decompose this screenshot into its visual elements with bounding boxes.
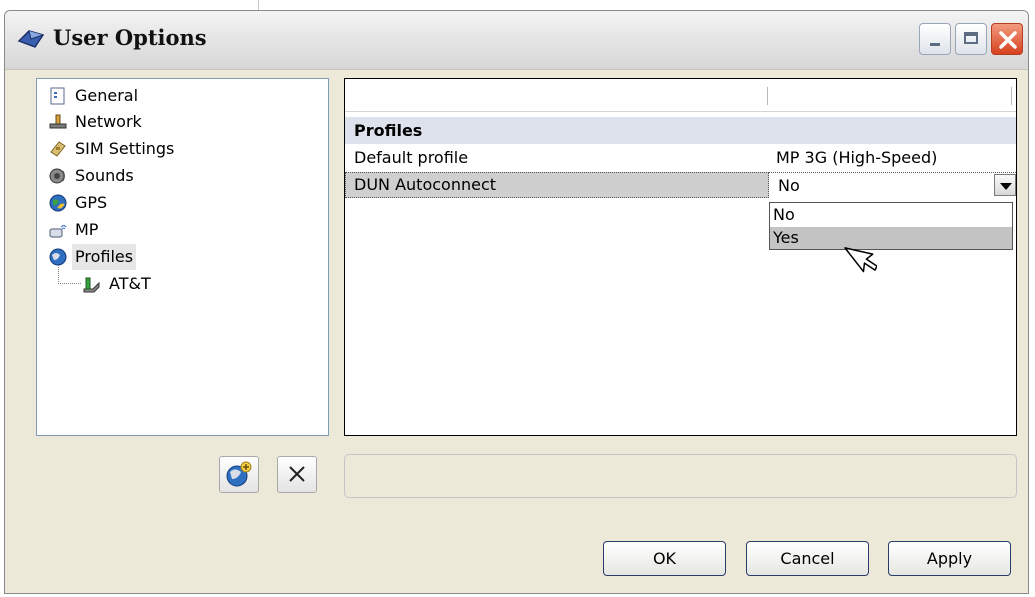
dropdown-option-no[interactable]: No — [770, 204, 1012, 226]
property-row-dun-autoconnect[interactable]: DUN Autoconnect No — [345, 172, 1016, 198]
tree-item-label: MP — [75, 220, 99, 239]
ok-button[interactable]: OK — [603, 541, 726, 576]
property-row-default-profile[interactable]: Default profile MP 3G (High-Speed) — [345, 145, 1016, 171]
title-bar[interactable]: User Options — [5, 11, 1028, 70]
background-guide-line — [258, 0, 259, 10]
options-tree[interactable]: General Network SIM Settings Sounds GPS … — [36, 78, 329, 436]
dropdown-arrow-button[interactable] — [994, 174, 1016, 196]
column-divider[interactable] — [1011, 87, 1012, 105]
tree-item-label: GPS — [75, 193, 108, 212]
property-name: Default profile — [354, 148, 469, 167]
tree-item-label: Profiles — [72, 244, 137, 270]
cancel-button[interactable]: Cancel — [746, 541, 869, 576]
att-profile-icon — [83, 277, 100, 293]
combobox-value: No — [778, 176, 800, 195]
property-name: DUN Autoconnect — [354, 175, 497, 194]
delete-profile-button[interactable] — [277, 456, 317, 493]
add-profile-button[interactable] — [219, 456, 259, 493]
column-divider[interactable] — [767, 87, 768, 105]
category-profiles: Profiles — [345, 117, 1016, 144]
mouse-cursor-icon — [844, 247, 877, 273]
mp-icon — [49, 225, 67, 238]
property-grid-header — [345, 79, 1016, 112]
maximize-button[interactable] — [955, 23, 987, 55]
profiles-icon — [49, 248, 67, 266]
window-title: User Options — [53, 25, 207, 50]
add-globe-icon — [226, 461, 252, 487]
tree-item-label: AT&T — [109, 274, 151, 293]
minimize-button[interactable] — [919, 23, 951, 55]
tree-item-label: Sounds — [75, 166, 134, 185]
dun-autoconnect-combobox[interactable]: No — [769, 172, 1016, 198]
sounds-icon — [49, 168, 65, 184]
user-options-window: User Options General Network SIM Setting… — [4, 10, 1029, 594]
description-area — [344, 454, 1017, 498]
property-value[interactable]: MP 3G (High-Speed) — [776, 145, 937, 171]
gps-icon — [49, 194, 67, 212]
network-icon — [49, 114, 67, 129]
app-icon — [17, 30, 45, 48]
property-grid[interactable]: Profiles Default profile MP 3G (High-Spe… — [344, 78, 1017, 436]
sim-icon — [50, 141, 66, 157]
dropdown-list[interactable]: No Yes — [769, 202, 1013, 250]
dropdown-option-yes[interactable]: Yes — [770, 227, 1012, 249]
tree-item-label: General — [75, 86, 139, 105]
close-button[interactable] — [991, 23, 1023, 55]
tree-connector — [58, 265, 81, 284]
delete-x-icon — [289, 466, 305, 482]
close-icon — [999, 31, 1017, 49]
general-icon — [50, 87, 65, 105]
tree-item-label: Network — [75, 112, 142, 131]
apply-button[interactable]: Apply — [888, 541, 1011, 576]
tree-item-label: SIM Settings — [75, 139, 175, 158]
